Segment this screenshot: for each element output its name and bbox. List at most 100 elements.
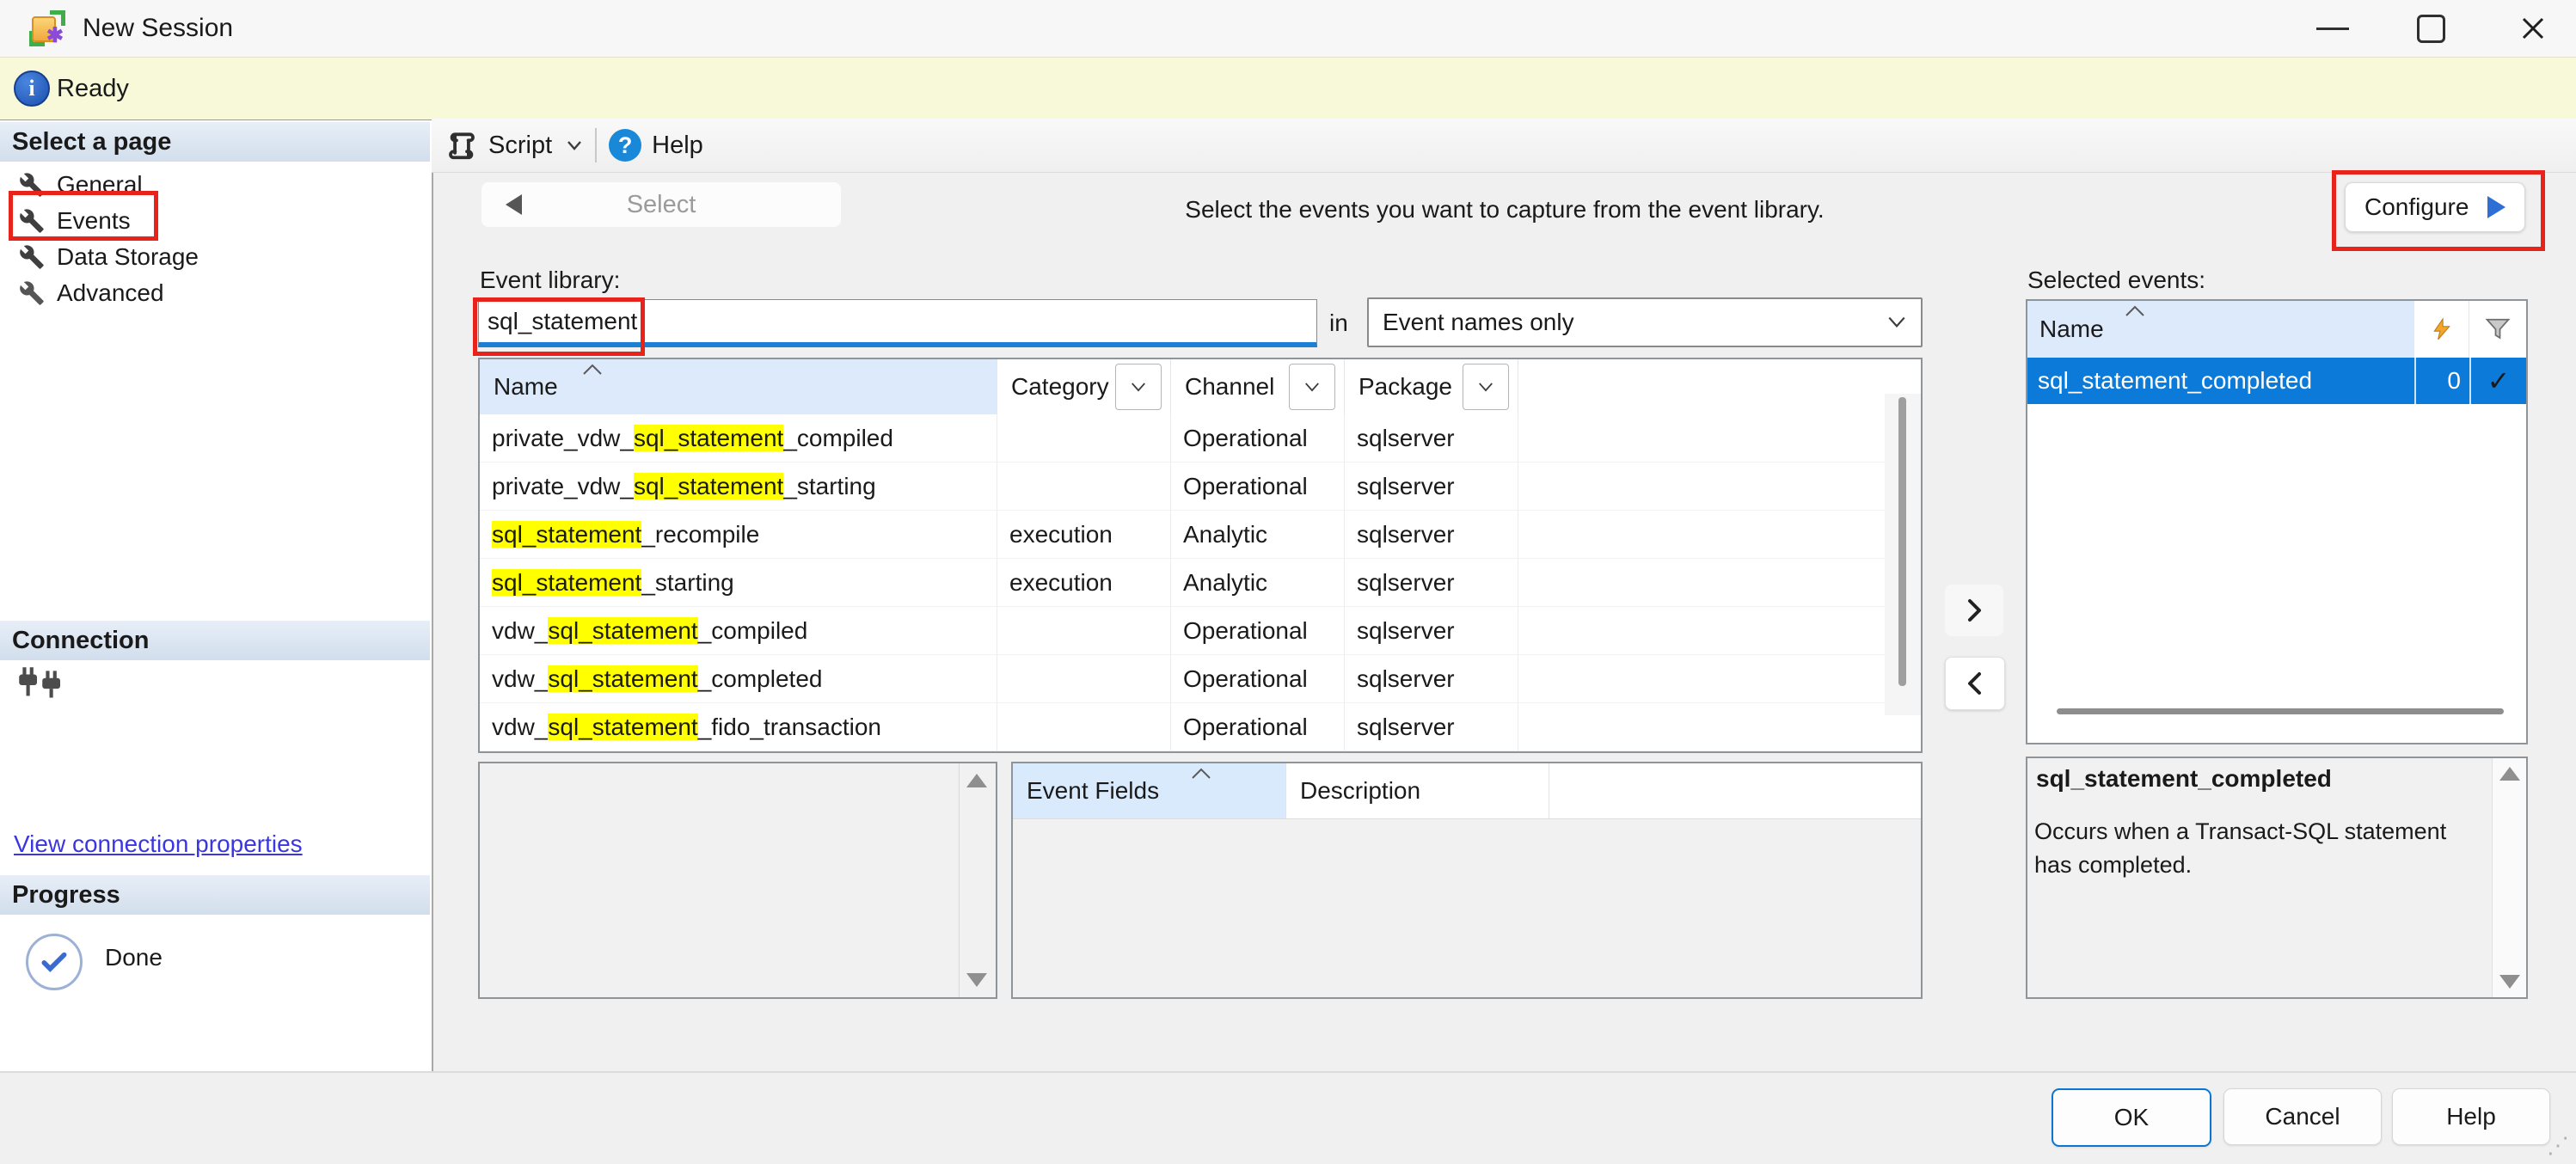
event-fill-cell — [1518, 607, 1921, 654]
help-icon: ? — [609, 129, 641, 162]
event-name-cell: vdw_sql_statement_compiled — [480, 607, 997, 654]
search-match-highlight: sql_statement — [548, 714, 697, 740]
search-scope-dropdown[interactable]: Event names only — [1367, 297, 1923, 347]
event-name-cell: vdw_sql_statement_fido_transaction — [480, 703, 997, 750]
event-name-cell: private_vdw_sql_statement_starting — [480, 463, 997, 510]
footer-divider — [0, 1071, 2576, 1073]
sort-ascending-icon — [1190, 767, 1212, 781]
filter-funnel-icon — [2485, 317, 2511, 341]
event-package-cell: sqlserver — [1345, 703, 1518, 750]
info-icon: i — [14, 70, 50, 107]
help-button[interactable]: Help — [2392, 1088, 2550, 1145]
help-toolbar-button[interactable]: Help — [652, 132, 703, 160]
cancel-button[interactable]: Cancel — [2223, 1088, 2382, 1145]
selected-events-header: Name — [2027, 301, 2526, 358]
view-connection-properties-link[interactable]: View connection properties — [14, 830, 303, 858]
column-header-event-fields[interactable]: Event Fields — [1013, 763, 1286, 818]
listbox-scrollbar[interactable] — [959, 763, 996, 997]
event-fill-cell — [1518, 655, 1921, 702]
ok-button[interactable]: OK — [2052, 1088, 2211, 1147]
sidebar-item-advanced[interactable]: Advanced — [0, 275, 430, 311]
chevron-down-icon — [1303, 382, 1321, 393]
column-header-package[interactable]: Package — [1345, 359, 1518, 414]
scrollbar-thumb[interactable] — [1898, 397, 1906, 686]
new-session-dialog: ✱ New Session i Ready Select a page Gene… — [0, 0, 2576, 1164]
event-package-cell: sqlserver — [1345, 607, 1518, 654]
event-category-cell — [997, 414, 1171, 462]
column-header-name[interactable]: Name — [480, 359, 997, 414]
script-icon — [445, 129, 478, 162]
chevron-down-icon — [1886, 316, 1907, 329]
event-channel-cell: Analytic — [1171, 559, 1345, 606]
event-row[interactable]: sql_statement_recompileexecutionAnalytic… — [480, 511, 1921, 559]
back-arrow-icon — [506, 194, 522, 215]
event-row[interactable]: private_vdw_sql_statement_startingOperat… — [480, 463, 1921, 511]
column-label: Name — [494, 373, 558, 401]
event-fill-cell — [1518, 414, 1921, 462]
event-row[interactable]: vdw_sql_statement_completedOperationalsq… — [480, 655, 1921, 703]
scroll-down-icon[interactable] — [2499, 975, 2520, 989]
red-highlight-events — [9, 191, 158, 241]
event-channel-cell: Operational — [1171, 414, 1345, 462]
event-detail-listbox — [478, 762, 997, 999]
select-back-button[interactable]: Select — [481, 182, 841, 227]
search-match-highlight: sql_statement — [492, 521, 641, 548]
progress-done-icon — [26, 934, 83, 990]
scroll-up-icon[interactable] — [966, 774, 987, 787]
event-table-scrollbar[interactable] — [1885, 394, 1921, 715]
description-scrollbar[interactable] — [2492, 758, 2526, 997]
wrench-icon — [19, 244, 45, 270]
selected-events-body: sql_statement_completed0✓ — [2027, 358, 2526, 404]
event-row[interactable]: sql_statement_startingexecutionAnalytics… — [480, 559, 1921, 607]
progress-header: Progress — [0, 875, 430, 915]
description-body: Occurs when a Transact-SQL statement has… — [2034, 815, 2481, 882]
selected-events-label: Selected events: — [2027, 266, 2205, 294]
script-button[interactable]: Script — [488, 132, 552, 160]
selected-column-header-name[interactable]: Name — [2027, 301, 2414, 358]
event-channel-cell: Operational — [1171, 655, 1345, 702]
column-header-channel[interactable]: Channel — [1171, 359, 1345, 414]
instruction-text: Select the events you want to capture fr… — [1109, 196, 1900, 224]
scroll-down-icon[interactable] — [966, 973, 987, 987]
column-header-description[interactable]: Description — [1286, 763, 1549, 818]
sidebar-item-label: Advanced — [57, 279, 164, 307]
event-fill-cell — [1518, 559, 1921, 606]
main-toolbar: Script ? Help — [432, 119, 2576, 173]
description-title: sql_statement_completed — [2036, 765, 2332, 793]
selected-column-header-enabled[interactable] — [2469, 301, 2526, 358]
event-row[interactable]: vdw_sql_statement_compiled Operationalsql… — [480, 607, 1921, 655]
title-bar: ✱ New Session — [0, 0, 2576, 58]
add-event-button[interactable] — [1945, 585, 2003, 636]
event-row[interactable]: vdw_sql_statement_fido_transactionOperat… — [480, 703, 1921, 751]
lightning-icon — [2431, 316, 2453, 342]
selected-events-hscrollbar[interactable] — [2057, 708, 2504, 714]
event-library-label: Event library: — [480, 266, 620, 294]
column-header-category[interactable]: Category — [997, 359, 1171, 414]
resize-grip[interactable]: ⋰ — [2547, 1132, 2571, 1159]
channel-filter-dropdown[interactable] — [1289, 364, 1335, 410]
red-highlight-search-term — [473, 297, 645, 356]
event-name-cell: sql_statement_starting — [480, 559, 997, 606]
sort-ascending-icon — [2124, 304, 2146, 318]
event-channel-cell: Analytic — [1171, 511, 1345, 558]
selected-events-panel: Name sql_statement_completed0✓ — [2026, 299, 2528, 744]
remove-event-button[interactable] — [1945, 657, 2005, 710]
selected-column-header-filters[interactable] — [2414, 301, 2469, 358]
event-row[interactable]: private_vdw_sql_statement_compiledOperat… — [480, 414, 1921, 463]
scroll-up-icon[interactable] — [2499, 767, 2520, 781]
selected-event-row[interactable]: sql_statement_completed0✓ — [2027, 358, 2526, 404]
sidebar-item-data-storage[interactable]: Data Storage — [0, 239, 430, 275]
category-filter-dropdown[interactable] — [1115, 364, 1162, 410]
maximize-button[interactable] — [2390, 0, 2471, 57]
close-button[interactable] — [2490, 0, 2576, 57]
event-category-cell — [997, 607, 1171, 654]
package-filter-dropdown[interactable] — [1463, 364, 1509, 410]
minimize-button[interactable] — [2292, 0, 2373, 57]
event-package-cell: sqlserver — [1345, 463, 1518, 510]
event-channel-cell: Operational — [1171, 607, 1345, 654]
search-match-highlight: sql_statement — [492, 569, 641, 596]
event-category-cell — [997, 463, 1171, 510]
script-dropdown-icon[interactable] — [566, 139, 583, 151]
column-label: Name — [2039, 316, 2104, 343]
sidebar: Select a page General Events Data Storag… — [0, 120, 433, 1071]
